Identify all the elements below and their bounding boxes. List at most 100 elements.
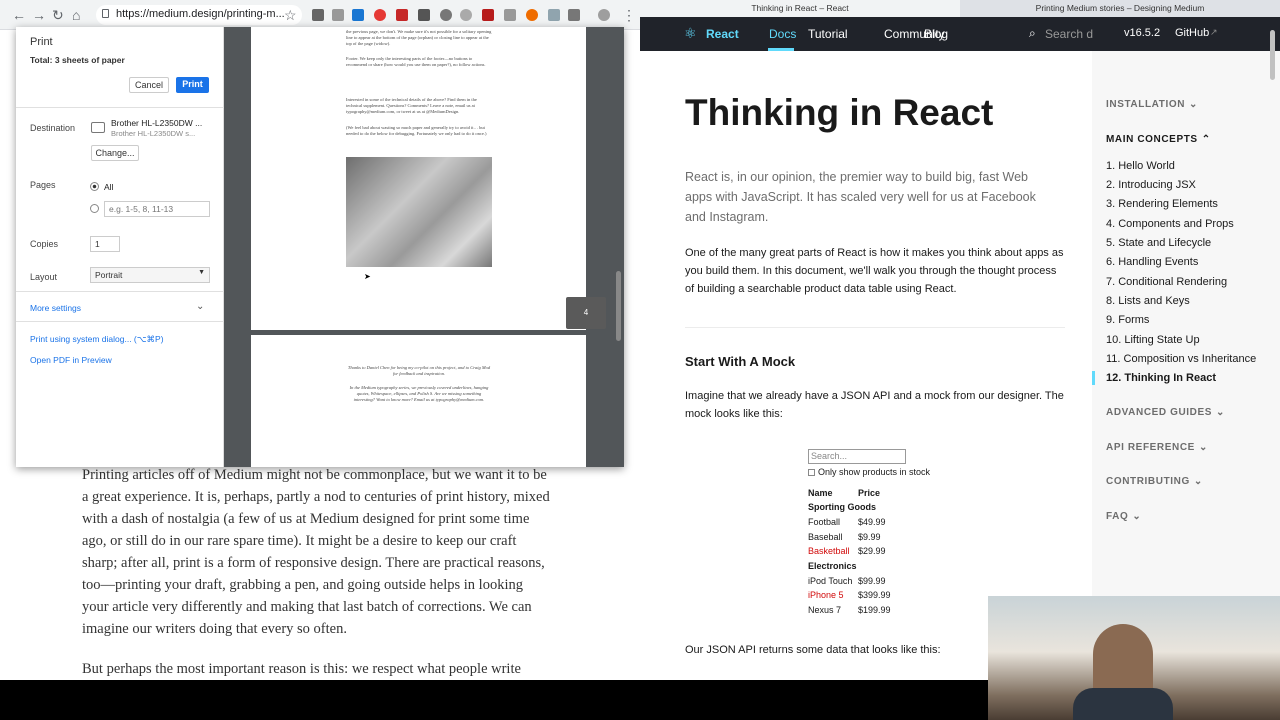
- print-title: Print: [30, 36, 53, 48]
- webcam-overlay: [988, 596, 1280, 720]
- nav-docs[interactable]: Docs: [769, 27, 796, 41]
- chevron-down-icon[interactable]: ⌄: [196, 301, 204, 312]
- extension-icon-12[interactable]: [548, 9, 560, 21]
- sidebar-item-hello-world[interactable]: 1. Hello World: [1106, 160, 1175, 172]
- preview-text: the previous page, we don't. We make sur…: [346, 29, 492, 46]
- preview-page-3: the previous page, we don't. We make sur…: [251, 27, 586, 330]
- layout-select[interactable]: Portrait ▼: [90, 267, 210, 283]
- sidebar-item-handling-events[interactable]: 6. Handling Events: [1106, 256, 1198, 268]
- extension-icon-8[interactable]: [460, 9, 472, 21]
- print-button[interactable]: Print: [176, 77, 209, 93]
- sidebar-section-contributing[interactable]: CONTRIBUTING ⌄: [1106, 476, 1203, 487]
- back-icon[interactable]: ←: [12, 7, 26, 23]
- chevron-up-icon: ⌃: [1201, 134, 1211, 145]
- sidebar-section-api[interactable]: API REFERENCE ⌄: [1106, 442, 1208, 453]
- menu-kebab-icon[interactable]: ⋮: [622, 7, 636, 23]
- sidebar-item-forms[interactable]: 9. Forms: [1106, 314, 1149, 326]
- tab-thinking-in-react[interactable]: Thinking in React – React: [640, 0, 960, 17]
- extension-icon-3[interactable]: [352, 9, 364, 21]
- mock-row-price: $199.99: [858, 605, 891, 615]
- sidebar-item-rendering-elements[interactable]: 3. Rendering Elements: [1106, 198, 1218, 210]
- preview-text: Footer. We keep only the interesting par…: [346, 56, 486, 67]
- layout-label: Layout: [30, 272, 58, 282]
- sidebar-item-components-props[interactable]: 4. Components and Props: [1106, 218, 1234, 230]
- preview-text: In the Medium typography series, we prev…: [349, 385, 489, 402]
- preview-page-4: Thanks to Daniel Chen for being my co-pi…: [251, 335, 586, 467]
- preview-scrollbar[interactable]: [616, 271, 621, 341]
- page-scrollbar[interactable]: [1270, 30, 1275, 80]
- extension-icon-5[interactable]: [396, 9, 408, 21]
- sidebar-item-lifting-state[interactable]: 10. Lifting State Up: [1106, 334, 1200, 346]
- sidebar-item-introducing-jsx[interactable]: 2. Introducing JSX: [1106, 179, 1196, 191]
- pages-range-input[interactable]: [104, 201, 210, 217]
- preview-text: (We feel bad about wasting so much paper…: [346, 125, 487, 136]
- chevron-down-icon: ⌄: [1216, 407, 1226, 418]
- forward-icon[interactable]: →: [32, 7, 46, 23]
- sidebar-section-main-concepts[interactable]: MAIN CONCEPTS ⌃: [1106, 134, 1211, 145]
- version-link[interactable]: v16.5.2: [1124, 27, 1160, 39]
- mock-row-name-out-of-stock: Basketball: [808, 546, 850, 556]
- mock-row-price: $49.99: [858, 517, 886, 527]
- extension-icon-6[interactable]: [418, 9, 430, 21]
- brand-link[interactable]: React: [706, 27, 739, 41]
- mock-row-name-out-of-stock: iPhone 5: [808, 590, 844, 600]
- sidebar-section-faq[interactable]: FAQ ⌄: [1106, 511, 1141, 522]
- extension-icon-7[interactable]: [440, 9, 452, 21]
- mock-row-price: $399.99: [858, 590, 891, 600]
- more-settings-toggle[interactable]: More settings: [30, 303, 81, 313]
- address-bar[interactable]: https://medium.design/printing-m...: [96, 5, 302, 25]
- home-icon[interactable]: ⌂: [72, 7, 80, 23]
- search-input[interactable]: Search d: [1045, 27, 1093, 41]
- dropdown-arrow-icon: ▼: [198, 269, 205, 276]
- nav-blog[interactable]: Blog: [924, 27, 948, 41]
- change-destination-button[interactable]: Change...: [91, 145, 139, 161]
- extension-icon-11[interactable]: [526, 9, 538, 21]
- pages-custom-radio[interactable]: [90, 204, 99, 213]
- sidebar-section-installation[interactable]: INSTALLATION ⌄: [1106, 99, 1198, 110]
- extension-icon-4[interactable]: [374, 9, 386, 21]
- mock-checkbox-label: Only show products in stock: [818, 467, 931, 477]
- divider: [16, 321, 224, 322]
- pages-all-label: All: [104, 182, 114, 192]
- extension-icon-10[interactable]: [504, 9, 516, 21]
- mock-category: Sporting Goods: [808, 502, 876, 512]
- sidebar-item-state-lifecycle[interactable]: 5. State and Lifecycle: [1106, 237, 1211, 249]
- left-toolbar: ← → ↻ ⌂ https://medium.design/printing-m…: [0, 0, 640, 30]
- open-pdf-link[interactable]: Open PDF in Preview: [30, 355, 112, 365]
- reload-icon[interactable]: ↻: [52, 7, 64, 23]
- tab-strip: Thinking in React – React Printing Mediu…: [640, 0, 1280, 17]
- sidebar-item-composition[interactable]: 11. Composition vs Inheritance: [1106, 353, 1256, 365]
- tab-printing-medium[interactable]: Printing Medium stories – Designing Medi…: [960, 0, 1280, 17]
- react-logo-icon[interactable]: ⚛: [684, 25, 697, 42]
- extension-icon-2[interactable]: [332, 9, 344, 21]
- profile-avatar[interactable]: [598, 9, 610, 21]
- external-link-icon: ↗: [1210, 27, 1218, 37]
- sidebar-item-conditional-rendering[interactable]: 7. Conditional Rendering: [1106, 276, 1227, 288]
- divider: [16, 107, 224, 108]
- copies-input[interactable]: [90, 236, 120, 252]
- active-item-marker: [1092, 371, 1095, 385]
- sidebar-item-lists-keys[interactable]: 8. Lists and Keys: [1106, 295, 1190, 307]
- cancel-button[interactable]: Cancel: [129, 77, 169, 93]
- sidebar-item-thinking-in-react[interactable]: 12. Thinking In React: [1106, 372, 1216, 384]
- extension-icon-13[interactable]: [568, 9, 580, 21]
- nav-tutorial[interactable]: Tutorial: [808, 27, 848, 41]
- sidebar-section-advanced[interactable]: ADVANCED GUIDES ⌄: [1106, 407, 1225, 418]
- extension-icon-1[interactable]: [312, 9, 324, 21]
- mock-checkbox: [808, 469, 815, 476]
- right-browser-window: Thinking in React – React Printing Mediu…: [640, 0, 1280, 680]
- article-paragraph-2: But perhaps the most important reason is…: [82, 661, 521, 677]
- printer-icon: [91, 122, 105, 133]
- system-dialog-link[interactable]: Print using system dialog... (⌥⌘P): [30, 334, 164, 345]
- layout-value: Portrait: [95, 270, 123, 280]
- bookmark-star-icon[interactable]: ☆: [284, 7, 297, 23]
- printer-name: Brother HL-L2350DW ...: [111, 118, 203, 128]
- page-number-badge: 4: [566, 297, 606, 329]
- pages-all-radio[interactable]: [90, 182, 99, 191]
- page-title: Thinking in React: [685, 92, 994, 133]
- printer-subtitle: Brother HL-L2350DW s...: [111, 129, 196, 138]
- extension-icon-9[interactable]: [482, 9, 494, 21]
- github-link[interactable]: GitHub: [1175, 27, 1209, 39]
- search-icon: ⌕: [1029, 26, 1036, 40]
- preview-text: Interested in some of the technical deta…: [346, 97, 477, 114]
